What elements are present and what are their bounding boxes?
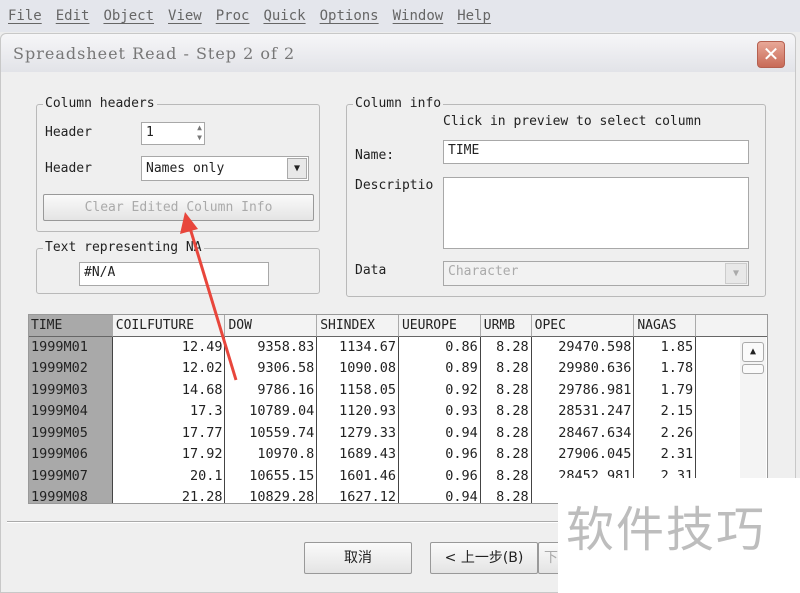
watermark: 软件技巧 — [558, 478, 800, 593]
